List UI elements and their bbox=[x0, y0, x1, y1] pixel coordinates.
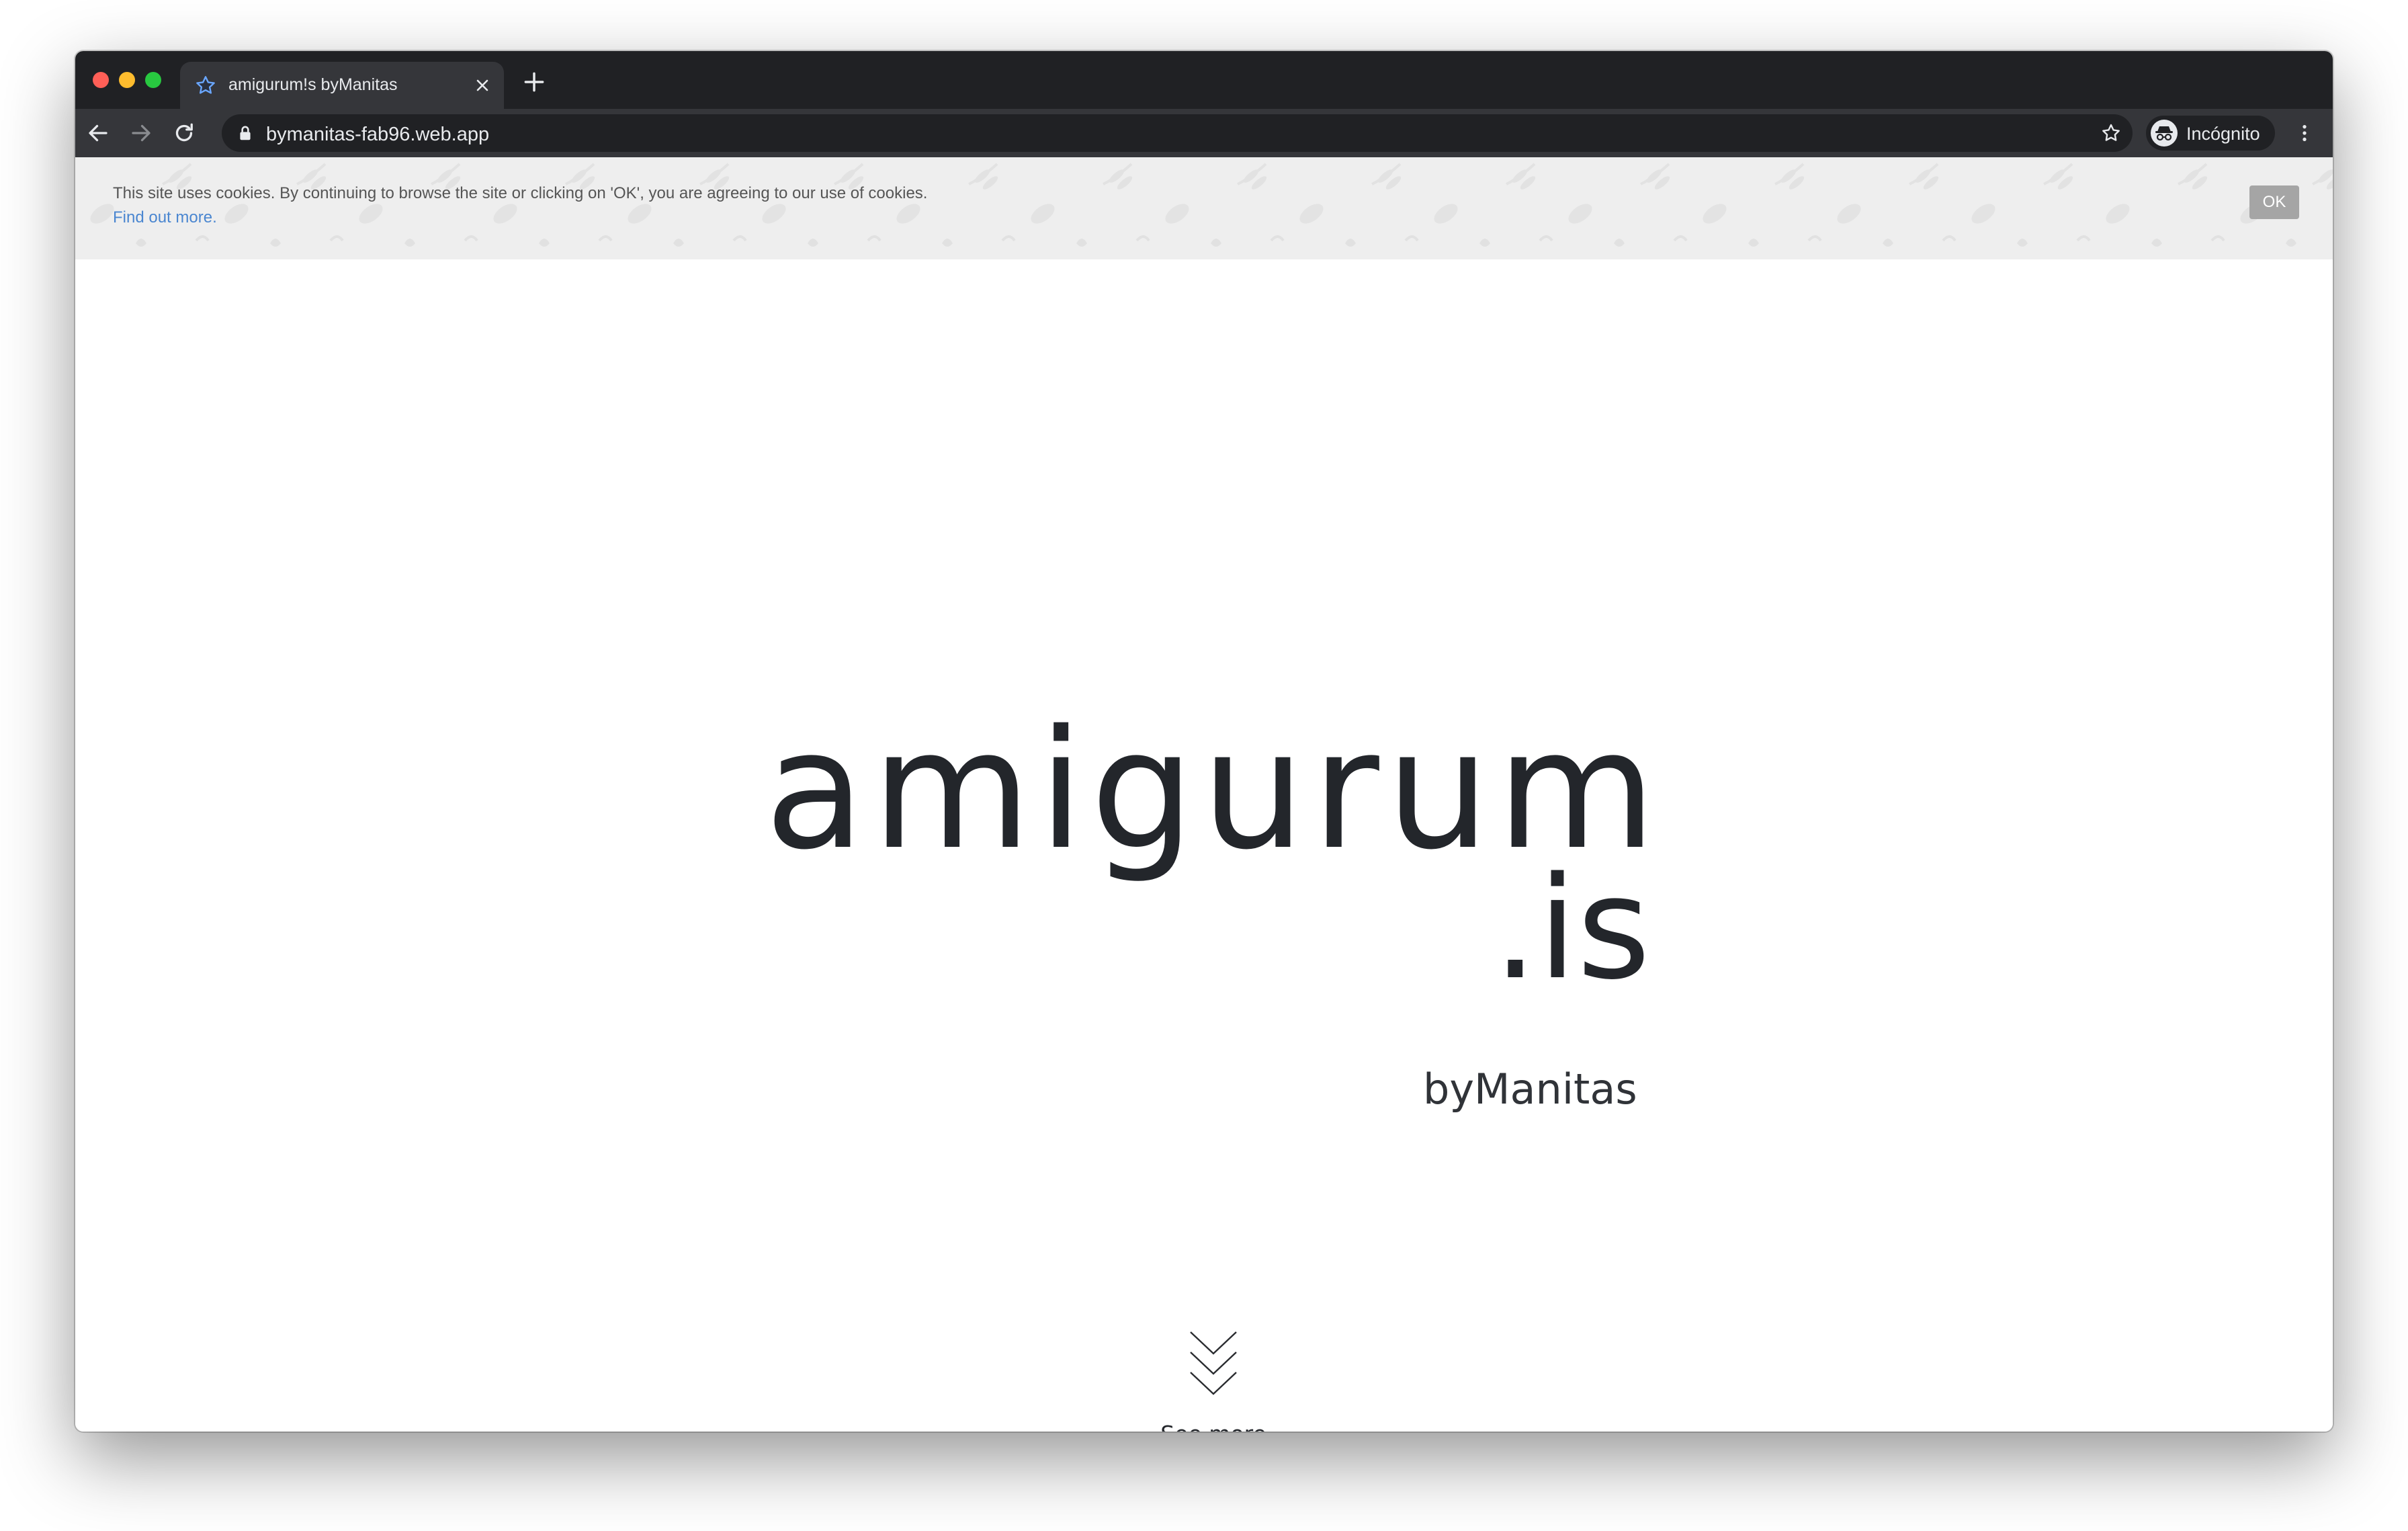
forward-arrow-icon[interactable] bbox=[129, 121, 153, 145]
active-tab[interactable]: amigurum!s byManitas bbox=[180, 62, 504, 109]
maximize-window-button[interactable] bbox=[145, 72, 161, 88]
reload-icon[interactable] bbox=[172, 121, 196, 145]
browser-toolbar: bymanitas-fab96.web.app Incógnito bbox=[75, 109, 2333, 157]
cookie-message: This site uses cookies. By continuing to… bbox=[113, 184, 928, 202]
address-bar[interactable]: bymanitas-fab96.web.app bbox=[222, 114, 2133, 152]
new-tab-icon[interactable] bbox=[521, 69, 547, 95]
lock-icon bbox=[240, 126, 251, 140]
close-window-button[interactable] bbox=[93, 72, 109, 88]
incognito-icon bbox=[2151, 120, 2178, 147]
incognito-label: Incógnito bbox=[2186, 124, 2260, 144]
logo-by-text: byManitas bbox=[1423, 1065, 1637, 1114]
page-viewport: This site uses cookies. By continuing to… bbox=[75, 157, 2333, 1432]
cookie-banner: This site uses cookies. By continuing to… bbox=[75, 157, 2333, 259]
url-text: bymanitas-fab96.web.app bbox=[266, 124, 490, 145]
browser-menu-icon[interactable] bbox=[2294, 122, 2315, 144]
leaf-pattern-background bbox=[75, 157, 2333, 259]
title-bar: amigurum!s byManitas bbox=[75, 51, 2333, 109]
scroll-down-chevrons-icon[interactable] bbox=[1188, 1328, 1239, 1399]
browser-window: amigurum!s byManitas bymanitas-fab96.web… bbox=[75, 51, 2333, 1432]
see-more-link[interactable]: See more bbox=[1070, 1421, 1357, 1432]
logo-suffix-text: .is bbox=[1493, 846, 1651, 1011]
find-out-more-link[interactable]: Find out more. bbox=[113, 208, 217, 227]
star-icon bbox=[196, 76, 215, 94]
minimize-window-button[interactable] bbox=[119, 72, 135, 88]
tab-title: amigurum!s byManitas bbox=[228, 75, 398, 94]
back-arrow-icon[interactable] bbox=[86, 121, 110, 145]
cookie-ok-button[interactable]: OK bbox=[2249, 185, 2299, 219]
incognito-profile-button[interactable]: Incógnito bbox=[2146, 116, 2275, 151]
close-tab-icon[interactable] bbox=[473, 76, 492, 95]
bookmark-star-icon[interactable] bbox=[2100, 122, 2122, 144]
